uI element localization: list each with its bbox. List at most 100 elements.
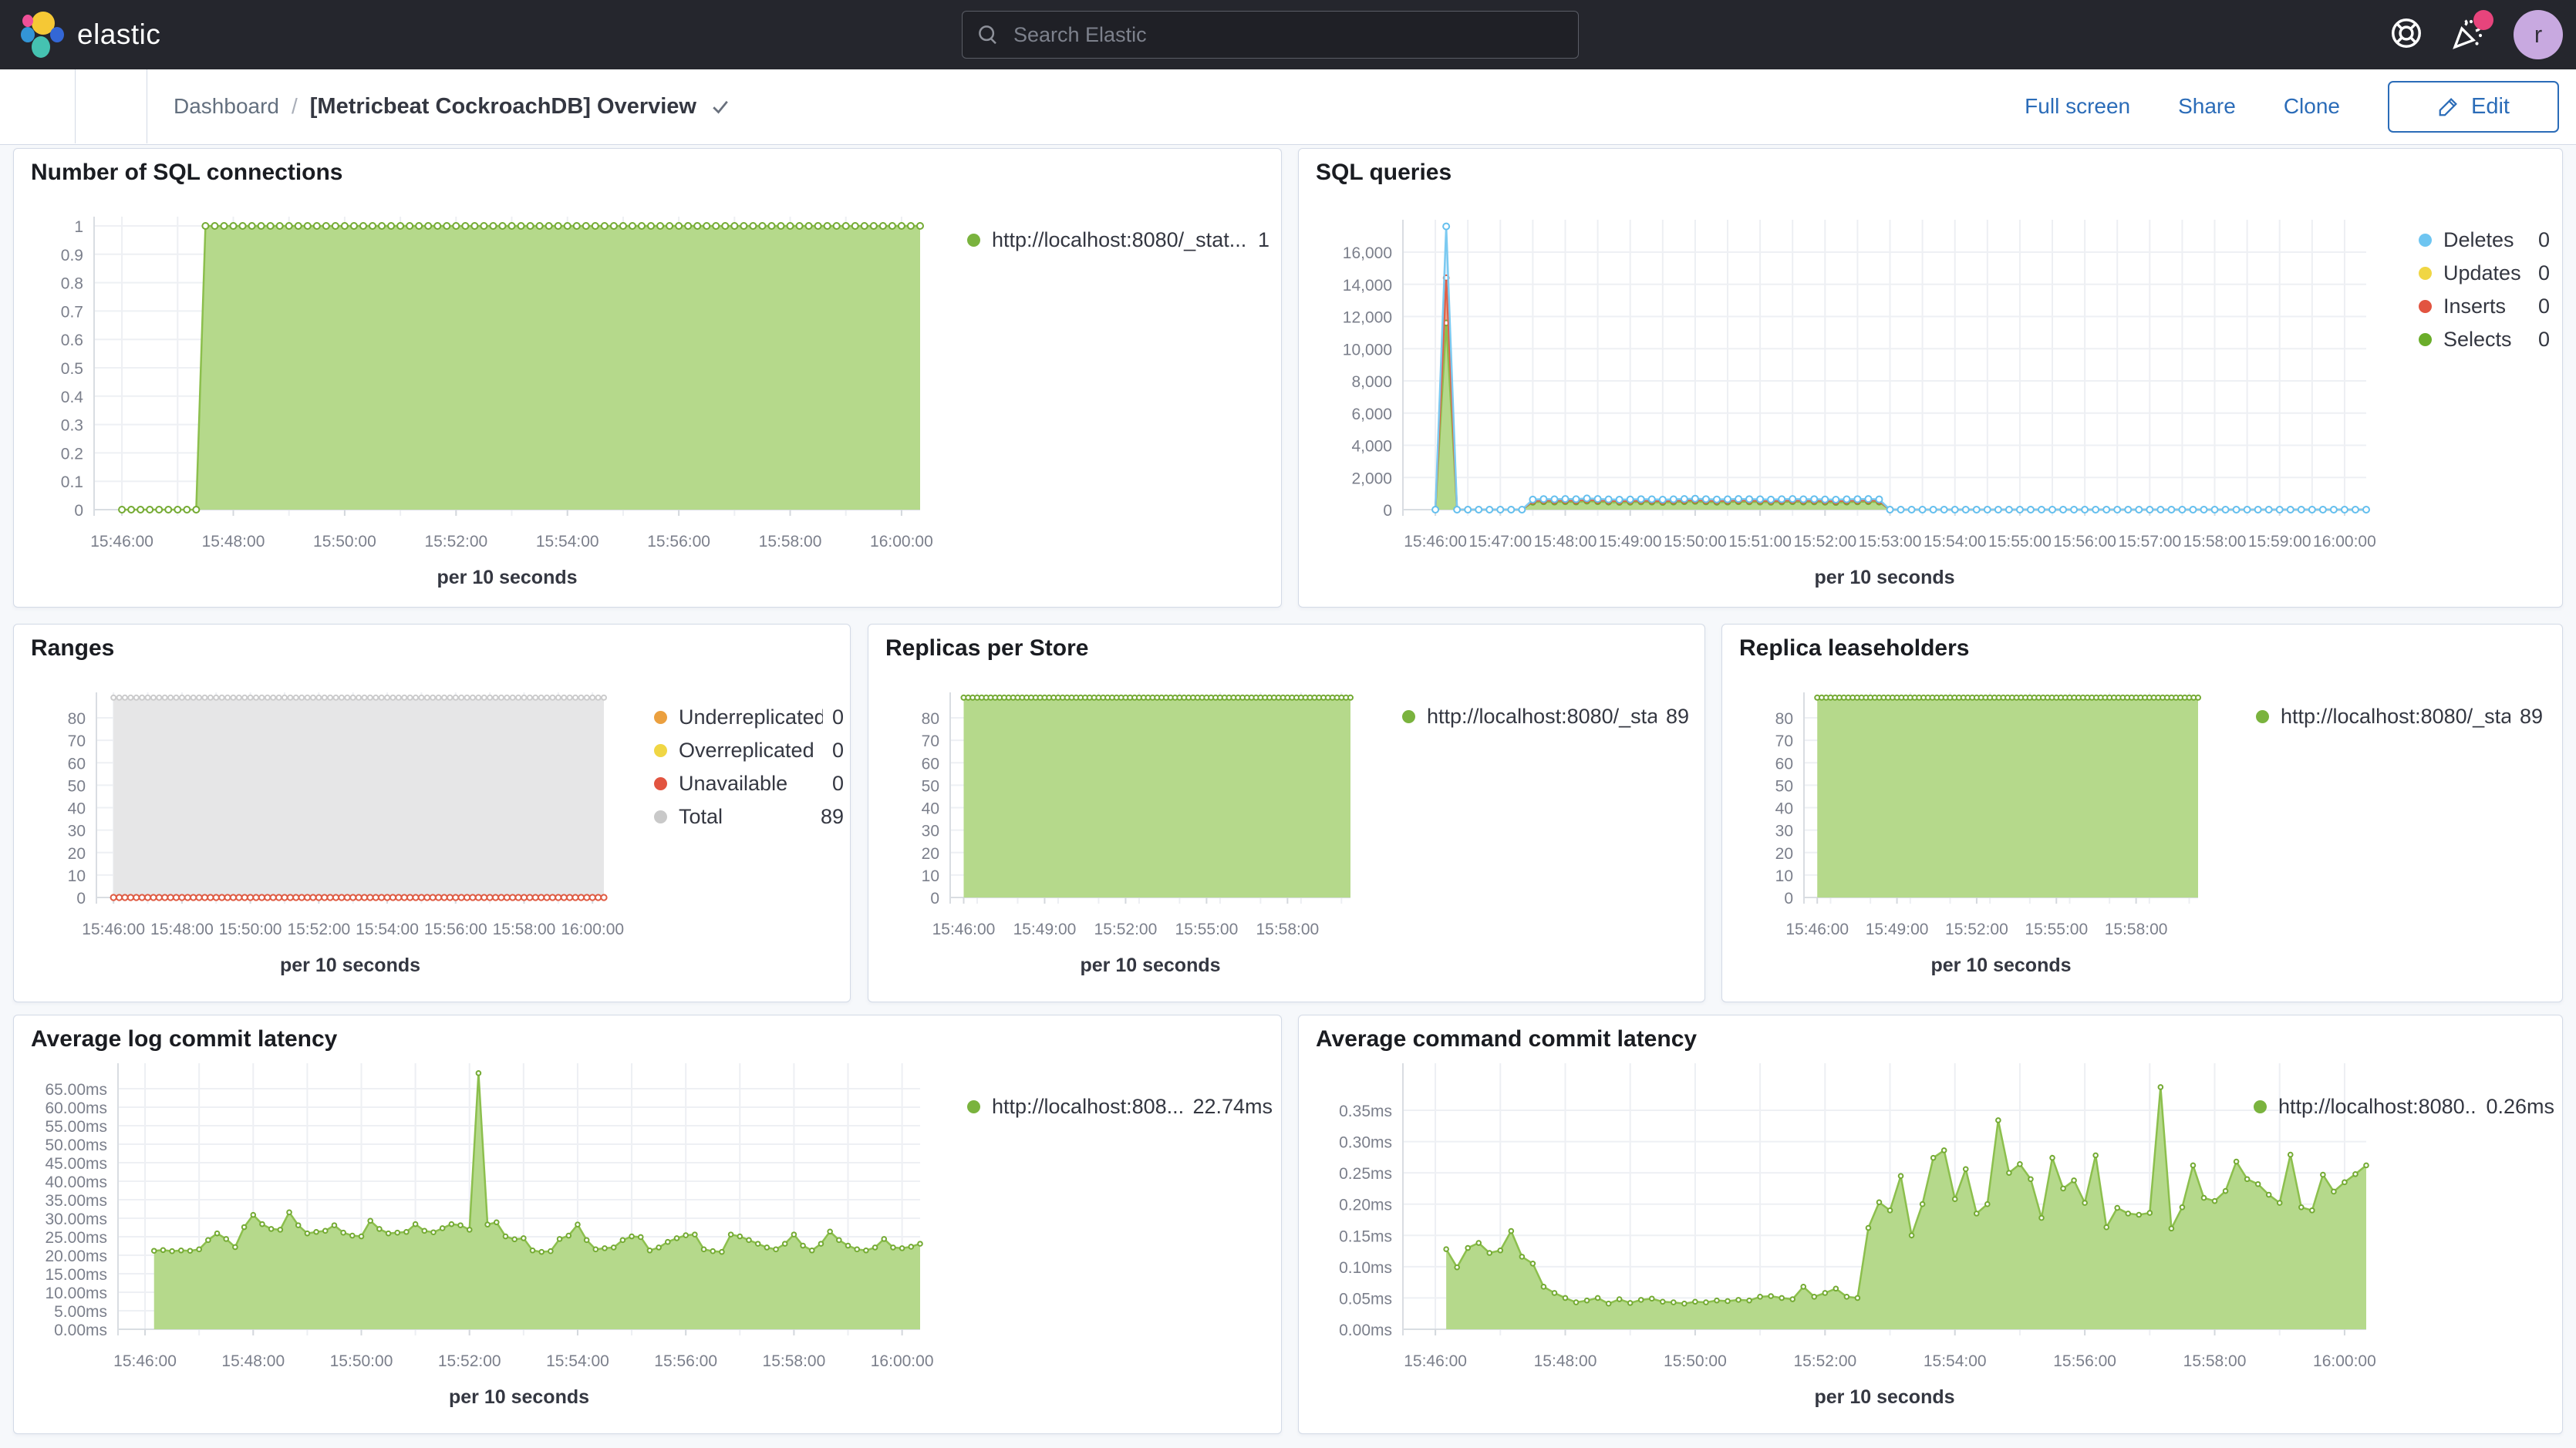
legend-item[interactable]: Deletes0 xyxy=(2419,224,2550,257)
title-menu-icon[interactable] xyxy=(709,95,732,118)
legend: http://localhost:8080/_sta...89 xyxy=(2256,700,2543,733)
svg-text:10: 10 xyxy=(68,867,86,885)
svg-text:per 10 seconds: per 10 seconds xyxy=(449,1386,589,1408)
replica-leaseholders-chart[interactable]: 0102030405060708015:46:0015:49:0015:52:0… xyxy=(1722,625,2564,1003)
legend-item[interactable]: Selects0 xyxy=(2419,323,2550,356)
svg-text:4,000: 4,000 xyxy=(1351,438,1392,456)
svg-text:70: 70 xyxy=(1775,732,1793,750)
legend-dot xyxy=(2419,333,2432,346)
svg-text:15:48:00: 15:48:00 xyxy=(1534,533,1597,551)
svg-text:50.00ms: 50.00ms xyxy=(45,1137,107,1154)
news-icon[interactable] xyxy=(2450,15,2487,56)
svg-text:10: 10 xyxy=(1775,867,1793,885)
svg-text:15:46:00: 15:46:00 xyxy=(113,1352,177,1370)
legend-item[interactable]: http://localhost:8080/_sta...89 xyxy=(1402,700,1689,733)
legend-item[interactable]: Updates0 xyxy=(2419,257,2550,290)
edit-button[interactable]: Edit xyxy=(2388,81,2559,133)
legend-item[interactable]: Unavailable0 xyxy=(654,767,844,800)
legend: http://localhost:808...22.74ms xyxy=(967,1090,1273,1123)
svg-text:15:48:00: 15:48:00 xyxy=(150,921,214,938)
svg-text:per 10 seconds: per 10 seconds xyxy=(1080,955,1220,976)
legend: http://localhost:8080/_stat...1 xyxy=(967,224,1269,257)
legend-item[interactable]: Underreplicated0 xyxy=(654,701,844,734)
sql-queries-chart[interactable]: 02,0004,0006,0008,00010,00012,00014,0001… xyxy=(1299,149,2564,608)
help-icon[interactable] xyxy=(2389,15,2424,55)
svg-text:16:00:00: 16:00:00 xyxy=(2313,533,2376,551)
legend-item[interactable]: Total89 xyxy=(654,800,844,833)
legend: http://localhost:8080...0.26ms xyxy=(2254,1090,2554,1123)
clone-button[interactable]: Clone xyxy=(2284,94,2340,119)
avg-command-commit-latency-chart[interactable]: 0.00ms0.05ms0.10ms0.15ms0.20ms0.25ms0.30… xyxy=(1299,1015,2564,1435)
svg-text:15:59:00: 15:59:00 xyxy=(2248,533,2311,551)
legend-dot xyxy=(2419,300,2432,313)
svg-text:0.00ms: 0.00ms xyxy=(1339,1322,1392,1339)
legend: Deletes0Updates0Inserts0Selects0 xyxy=(2419,224,2550,356)
legend-dot xyxy=(2419,267,2432,280)
avg-log-commit-latency-chart[interactable]: 0.00ms5.00ms10.00ms15.00ms20.00ms25.00ms… xyxy=(14,1015,1283,1435)
svg-text:25.00ms: 25.00ms xyxy=(45,1229,107,1247)
svg-text:0.5: 0.5 xyxy=(61,360,83,378)
svg-text:20.00ms: 20.00ms xyxy=(45,1248,107,1265)
legend-dot xyxy=(2256,710,2269,723)
breadcrumb: Dashboard / [Metricbeat CockroachDB] Ove… xyxy=(174,69,732,143)
svg-text:80: 80 xyxy=(68,710,86,728)
legend-item[interactable]: http://localhost:8080/_sta...89 xyxy=(2256,700,2543,733)
svg-text:per 10 seconds: per 10 seconds xyxy=(280,955,420,976)
legend-label: Unavailable xyxy=(679,772,823,796)
legend-label: http://localhost:8080/_sta... xyxy=(1427,705,1657,729)
svg-text:15:54:00: 15:54:00 xyxy=(1924,1352,1987,1370)
svg-text:0.20ms: 0.20ms xyxy=(1339,1197,1392,1214)
global-search[interactable] xyxy=(962,11,1579,59)
legend-value: 0 xyxy=(832,739,844,763)
avatar[interactable]: r xyxy=(2514,10,2563,59)
breadcrumb-dashboard[interactable]: Dashboard xyxy=(174,94,279,119)
legend-dot xyxy=(654,777,667,790)
legend-item[interactable]: http://localhost:8080...0.26ms xyxy=(2254,1090,2554,1123)
legend-item[interactable]: http://localhost:808...22.74ms xyxy=(967,1090,1273,1123)
svg-text:0.4: 0.4 xyxy=(61,389,84,406)
svg-text:15:58:00: 15:58:00 xyxy=(759,533,822,551)
elastic-logo[interactable]: elastic xyxy=(20,10,160,59)
svg-text:70: 70 xyxy=(922,732,939,750)
legend-dot xyxy=(2254,1100,2267,1113)
legend-value: 0.26ms xyxy=(2486,1095,2554,1119)
svg-text:15:52:00: 15:52:00 xyxy=(1094,921,1158,938)
svg-text:15:49:00: 15:49:00 xyxy=(1599,533,1662,551)
svg-text:30: 30 xyxy=(1775,823,1793,840)
svg-text:15:52:00: 15:52:00 xyxy=(287,921,350,938)
nav-bar: D Dashboard / [Metricbeat CockroachDB] O… xyxy=(0,69,2576,145)
svg-text:0.6: 0.6 xyxy=(61,332,83,349)
svg-text:15:58:00: 15:58:00 xyxy=(2183,533,2247,551)
svg-text:0.2: 0.2 xyxy=(61,445,83,463)
legend-item[interactable]: Inserts0 xyxy=(2419,290,2550,323)
legend-item[interactable]: http://localhost:8080/_stat...1 xyxy=(967,224,1269,257)
search-input[interactable] xyxy=(1012,22,1555,48)
svg-text:55.00ms: 55.00ms xyxy=(45,1118,107,1136)
svg-text:60: 60 xyxy=(1775,755,1793,773)
svg-text:0.25ms: 0.25ms xyxy=(1339,1165,1392,1183)
svg-text:40: 40 xyxy=(1775,800,1793,818)
svg-text:16,000: 16,000 xyxy=(1343,244,1392,262)
legend-dot xyxy=(967,1100,980,1113)
svg-text:20: 20 xyxy=(1775,845,1793,863)
legend-item[interactable]: Overreplicated0 xyxy=(654,734,844,767)
legend-dot xyxy=(1402,710,1415,723)
legend-dot xyxy=(654,810,667,823)
svg-text:20: 20 xyxy=(922,845,939,863)
divider xyxy=(75,69,76,143)
svg-text:15:56:00: 15:56:00 xyxy=(654,1352,717,1370)
svg-text:15:50:00: 15:50:00 xyxy=(1664,1352,1727,1370)
svg-text:per 10 seconds: per 10 seconds xyxy=(1814,567,1954,588)
search-icon xyxy=(976,23,1000,46)
svg-text:16:00:00: 16:00:00 xyxy=(2313,1352,2376,1370)
svg-text:per 10 seconds: per 10 seconds xyxy=(1814,1386,1954,1408)
legend-dot xyxy=(2419,234,2432,247)
svg-text:0: 0 xyxy=(930,890,939,908)
share-button[interactable]: Share xyxy=(2178,94,2236,119)
svg-text:15:52:00: 15:52:00 xyxy=(1945,921,2008,938)
svg-text:15:56:00: 15:56:00 xyxy=(424,921,487,938)
replicas-per-store-chart[interactable]: 0102030405060708015:46:0015:49:0015:52:0… xyxy=(868,625,1706,1003)
svg-text:80: 80 xyxy=(922,710,939,728)
sql-connections-chart[interactable]: 00.10.20.30.40.50.60.70.80.9115:46:0015:… xyxy=(14,149,1283,608)
full-screen-button[interactable]: Full screen xyxy=(2025,94,2130,119)
